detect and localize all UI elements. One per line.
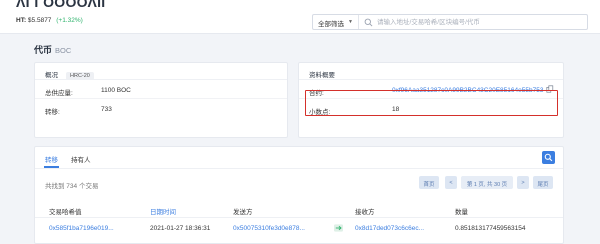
tx-to-link[interactable]: 0x8d17ded073c6c6ec... [355,225,424,232]
token-symbol: BOC [55,46,72,55]
pager-page-info: 第 1 页, 共 30 页 [461,176,513,189]
column-header-from: 发送方 [233,209,253,216]
page-title: 代币 BOC [34,43,71,56]
site-logo[interactable]: ΛΓΓΟΟΟΟΛΙΙ [16,0,105,10]
column-header-amount: 数量 [455,209,468,216]
overview-header: 概况 HRC-20 [35,63,287,80]
profile-header: 资料概要 [299,63,563,80]
pager-last-button[interactable]: 尾页 [533,176,553,189]
ht-price-ticker: HT: $5.5877 (+1.32%) [16,17,83,24]
total-supply-value: 1100 BOC [101,87,131,94]
chevron-down-icon: ▼ [348,19,353,25]
tx-datetime: 2021-01-27 18:36:31 [150,225,211,232]
transfers-count-label: 转移: [45,109,60,116]
token-standard-badge: HRC-20 [66,72,94,80]
overview-card: 概况 HRC-20 总供应量: 1100 BOC 转移: 733 [34,62,288,138]
tab-holders[interactable]: 持有人 [71,154,91,164]
ht-price-change: (+1.32%) [56,17,83,24]
table-search-button[interactable] [542,151,555,164]
search-icon [364,18,373,27]
tx-from-link[interactable]: 0x50075310fe3d0e878... [233,225,305,232]
transfers-count-row: 转移: 733 [35,99,287,118]
table-header: 交易哈希值 日期时间 发送方 接收方 数量 [35,201,563,218]
total-supply-row: 总供应量: 1100 BOC [35,80,287,99]
search-bar: 全部筛选 ▼ [312,14,588,30]
transfers-tabs: 转移 持有人 [35,147,563,169]
column-header-hash: 交易哈希值 [49,209,82,216]
transfers-summary: 共找到 734 个交易 [45,183,99,190]
tab-transfers[interactable]: 转移 [44,154,59,168]
profile-title: 资料概要 [309,72,335,79]
page-title-text: 代币 [34,45,53,55]
search-icon [544,153,553,162]
pager-prev-button[interactable]: < [445,176,457,189]
column-header-datetime[interactable]: 日期时间 [150,206,176,216]
pager-first-button[interactable]: 首页 [419,176,439,189]
transfers-count-value: 733 [101,106,112,113]
contract-highlight-box [305,90,558,116]
overview-title: 概况 [45,72,58,79]
ht-price-value: $5.5877 [27,17,52,24]
tx-hash-link[interactable]: 0x585f1ba7196e019... [49,225,114,232]
ht-price-label: HT: [16,17,27,24]
arrow-right-icon [334,224,343,232]
table-row: 0x585f1ba7196e019... 2021-01-27 18:36:31… [35,219,563,237]
search-input[interactable] [377,16,582,28]
transfers-card: 转移 持有人 共找到 734 个交易 首页 < 第 1 页, 共 30 页 > … [34,146,564,244]
filter-dropdown-label: 全部筛选 [318,21,344,28]
top-header: ΛΓΓΟΟΟΟΛΙΙ HT: $5.5877 (+1.32%) 全部筛选 ▼ [0,0,600,34]
total-supply-label: 总供应量: [45,90,73,97]
filter-dropdown[interactable]: 全部筛选 ▼ [313,15,359,29]
tx-amount: 0.851813177459563154 [455,225,526,232]
pager-next-button[interactable]: > [517,176,529,189]
column-header-to: 接收方 [355,209,375,216]
